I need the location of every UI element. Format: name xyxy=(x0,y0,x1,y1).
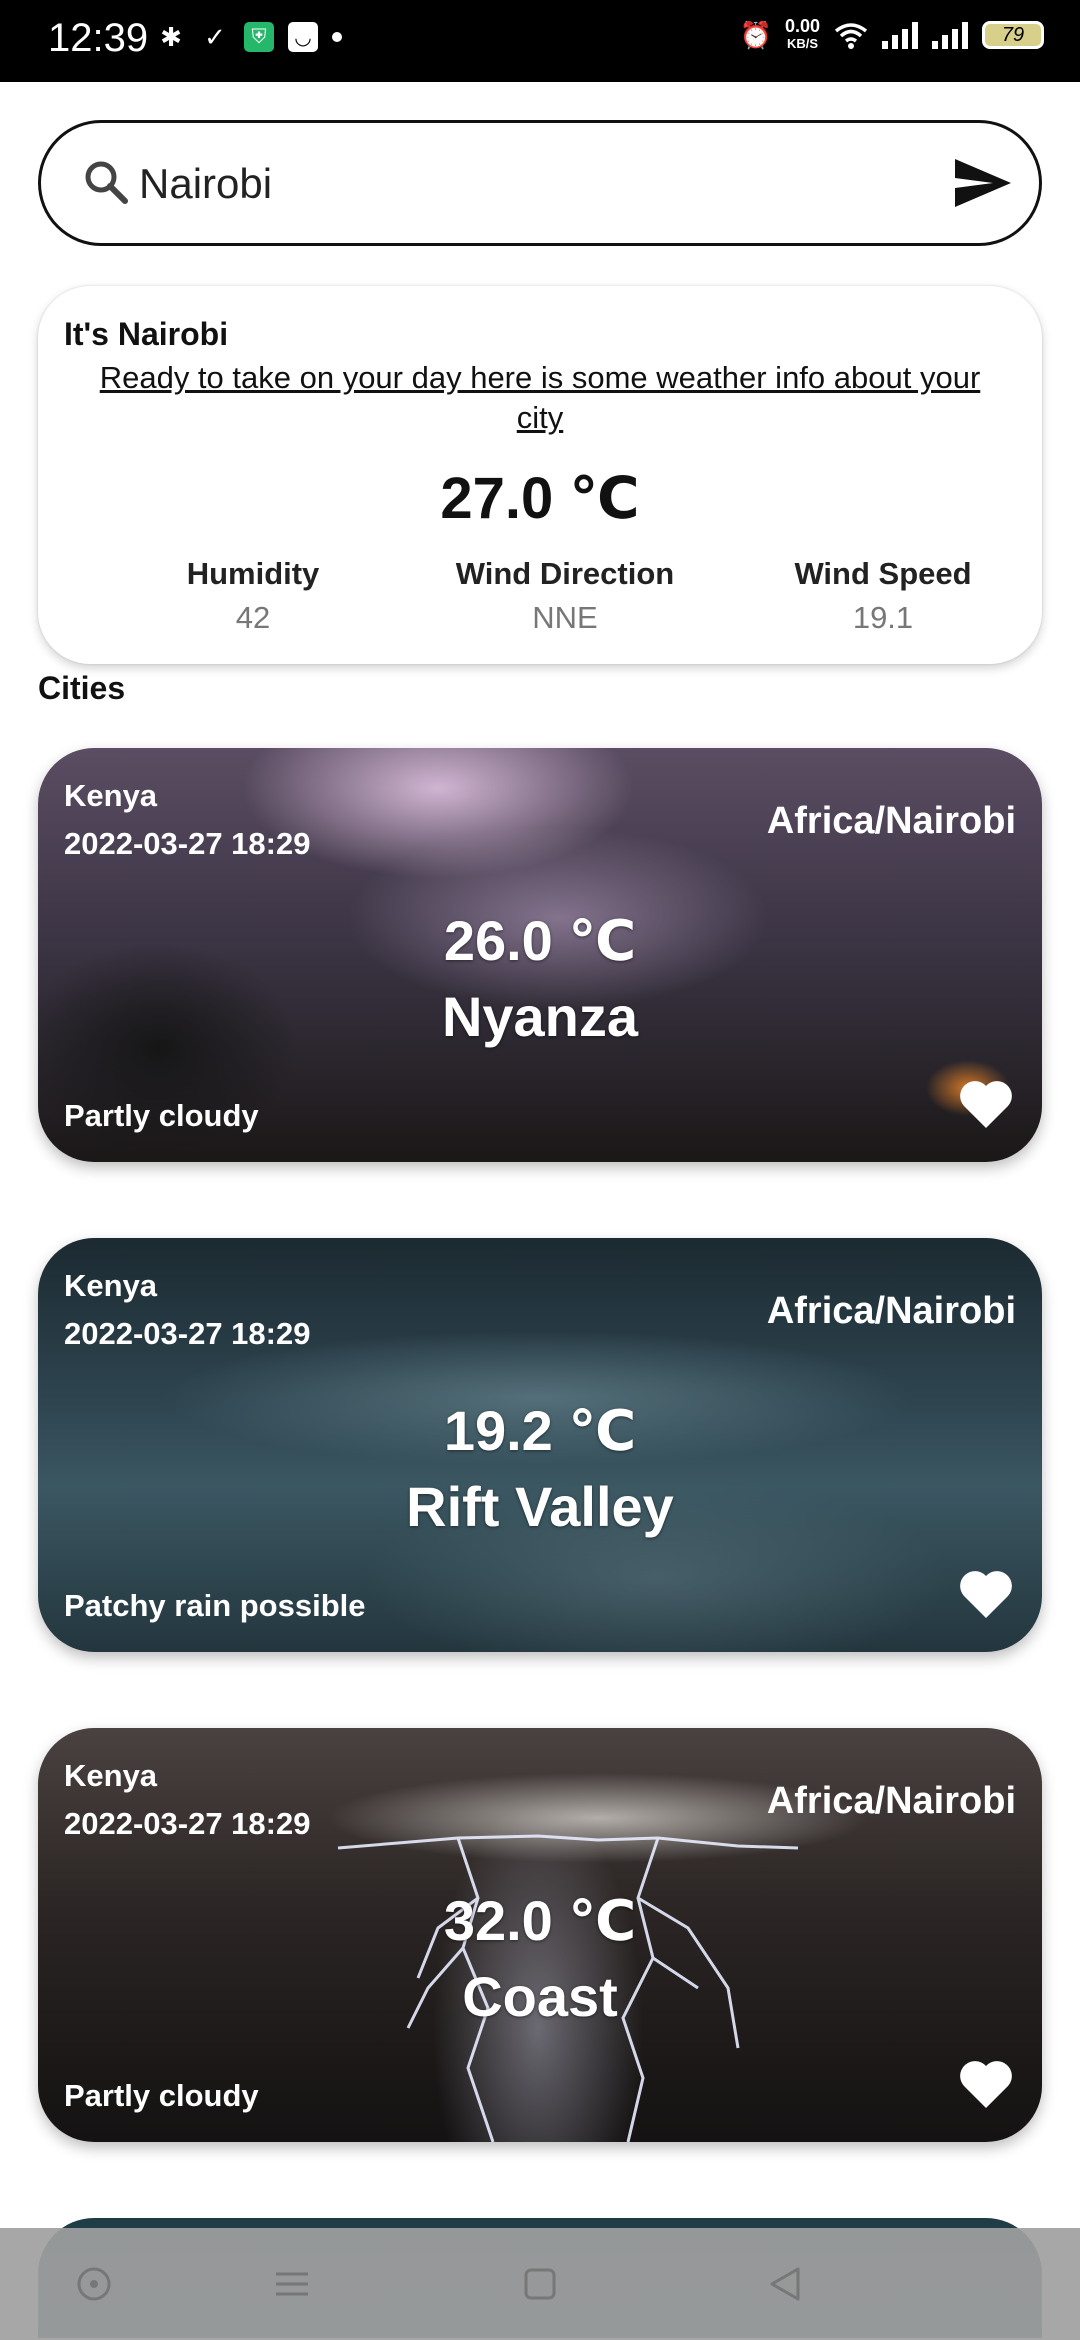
search-bar[interactable] xyxy=(38,120,1042,246)
current-weather-card: It's Nairobi Ready to take on your day h… xyxy=(38,286,1042,664)
city-name: Rift Valley xyxy=(406,1475,674,1538)
status-right: ⏰ 0.00 KB/S 79 xyxy=(739,16,1044,52)
status-bar: 12:39 ✱ ✓ ⛨ ◡ ⏰ 0.00 KB/S 79 xyxy=(0,0,1080,82)
city-timezone: Africa/Nairobi xyxy=(766,800,1016,842)
city-country: Kenya xyxy=(64,1268,158,1303)
battery-level: 79 xyxy=(1001,23,1025,46)
wind-speed-stat: Wind Speed 19.1 xyxy=(738,556,1028,636)
city-card[interactable]: Kenya 2022-03-27 18:29 Africa/Nairobi 26… xyxy=(38,748,1042,1162)
net-speed: 0.00 KB/S xyxy=(784,16,820,52)
signal-icon-1 xyxy=(882,21,918,49)
city-temperature: 26.0 ℃ xyxy=(443,909,637,972)
cities-section-title: Cities xyxy=(38,670,126,706)
status-time: 12:39 xyxy=(48,16,149,60)
city-name: Nyanza xyxy=(441,985,639,1048)
city-country: Kenya xyxy=(64,1758,158,1793)
humidity-value: 42 xyxy=(235,600,271,635)
bag-icon: ◡ xyxy=(288,22,318,52)
city-card[interactable]: Kenya 2022-03-27 18:29 Africa/Nairobi 32… xyxy=(38,1728,1042,2142)
city-timezone: Africa/Nairobi xyxy=(766,1780,1016,1822)
more-notifications-dot xyxy=(332,32,342,42)
current-temperature: 27.0 ℃ xyxy=(440,466,640,531)
humidity-stat: Humidity 42 xyxy=(108,556,398,636)
city-temperature: 32.0 ℃ xyxy=(443,1889,637,1952)
net-speed-unit: KB/S xyxy=(786,36,818,51)
current-weather-subtitle: Ready to take on your day here is some w… xyxy=(99,360,981,435)
back-icon[interactable] xyxy=(766,2264,806,2304)
shield-icon: ⛨ xyxy=(244,22,274,52)
check-circle-icon: ✓ xyxy=(204,21,226,52)
home-icon[interactable] xyxy=(520,2264,560,2304)
navigation-bar xyxy=(0,2228,1080,2340)
notification-icons: ✱ ✓ ⛨ ◡ xyxy=(156,22,342,52)
alarm-icon: ⏰ xyxy=(739,19,773,50)
wifi-icon xyxy=(834,23,868,49)
search-input[interactable] xyxy=(137,151,941,217)
menu-icon[interactable] xyxy=(272,2264,312,2304)
city-datetime: 2022-03-27 18:29 xyxy=(64,1316,311,1351)
city-country: Kenya xyxy=(64,778,158,813)
city-condition: Patchy rain possible xyxy=(64,1588,366,1623)
signal-icon-2 xyxy=(932,21,968,49)
city-card[interactable]: Kenya 2022-03-27 18:29 Africa/Nairobi 19… xyxy=(38,1238,1042,1652)
city-name: Coast xyxy=(462,1965,618,2028)
slack-icon: ✱ xyxy=(160,21,182,52)
city-timezone: Africa/Nairobi xyxy=(766,1290,1016,1332)
current-city-heading: It's Nairobi xyxy=(64,316,229,352)
battery-icon: 79 xyxy=(982,21,1044,49)
wind-speed-value: 19.1 xyxy=(852,600,914,635)
assistant-icon[interactable] xyxy=(74,2264,114,2304)
wind-direction-label: Wind Direction xyxy=(455,556,675,591)
city-condition: Partly cloudy xyxy=(64,1098,259,1133)
humidity-label: Humidity xyxy=(186,556,320,591)
net-speed-value: 0.00 xyxy=(784,16,820,36)
wind-speed-label: Wind Speed xyxy=(794,556,972,591)
heart-icon[interactable] xyxy=(958,1078,1014,1130)
city-temperature: 19.2 ℃ xyxy=(443,1399,637,1462)
city-condition: Partly cloudy xyxy=(64,2078,259,2113)
heart-icon[interactable] xyxy=(958,2058,1014,2110)
city-datetime: 2022-03-27 18:29 xyxy=(64,1806,311,1841)
wind-direction-value: NNE xyxy=(532,600,598,635)
search-icon xyxy=(85,161,128,204)
city-datetime: 2022-03-27 18:29 xyxy=(64,826,311,861)
heart-icon[interactable] xyxy=(958,1568,1014,1620)
send-icon[interactable] xyxy=(953,155,1013,211)
wind-direction-stat: Wind Direction NNE xyxy=(400,556,730,636)
